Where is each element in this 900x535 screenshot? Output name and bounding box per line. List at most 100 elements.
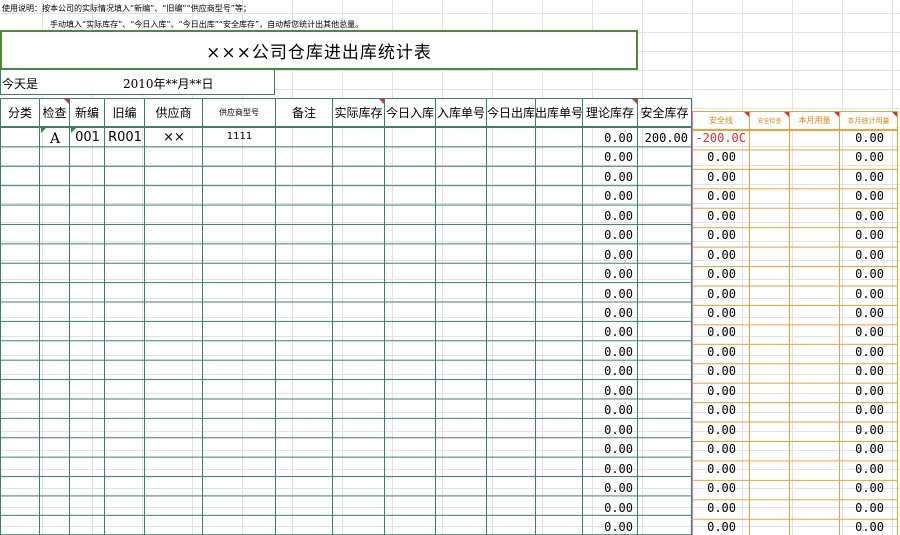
cell-monthly-stat[interactable]: 0.00 [840, 421, 884, 440]
cell-safety-line[interactable]: 0.00 [692, 440, 736, 459]
cell-monthly-stat[interactable]: 0.00 [840, 382, 884, 401]
cell-theory-stock[interactable]: 0.00 [583, 362, 633, 381]
cell-monthly-stat[interactable]: 0.00 [840, 304, 884, 323]
header-actual-stock[interactable]: 实际库存 [333, 98, 385, 127]
header-new-code[interactable]: 新编 [70, 98, 105, 127]
cell-monthly-stat[interactable]: 0.00 [840, 401, 884, 420]
header-remarks[interactable]: 备注 [276, 98, 333, 127]
cell-monthly-stat[interactable]: 0.00 [840, 129, 884, 148]
cell-safety-line[interactable]: 0.00 [692, 187, 736, 206]
cell-safety-line[interactable]: 0.00 [692, 382, 736, 401]
header-supplier[interactable]: 供应商 [145, 98, 203, 127]
cell-monthly-stat[interactable]: 0.00 [840, 168, 884, 187]
cell-theory-stock[interactable]: 0.00 [583, 382, 633, 401]
cell-safety-stock[interactable]: 200.00 [638, 129, 688, 148]
cell-safety-line[interactable]: 0.00 [692, 518, 736, 535]
sheet-title[interactable]: ×××公司仓库进出库统计表 [0, 30, 638, 70]
cell-monthly-stat[interactable]: 0.00 [840, 265, 884, 284]
cell-theory-stock[interactable]: 0.00 [583, 440, 633, 459]
cell-monthly-stat[interactable]: 0.00 [840, 499, 884, 518]
header-label: 今日入库 [385, 106, 434, 120]
header-label: 出库单号 [536, 106, 583, 120]
cell-theory-stock[interactable]: 0.00 [583, 265, 633, 284]
cell-theory-stock[interactable]: 0.00 [583, 129, 633, 148]
cell-theory-stock[interactable]: 0.00 [583, 460, 633, 479]
header-today-in[interactable]: 今日入库 [385, 98, 436, 127]
cell-safety-line[interactable]: 0.00 [692, 285, 736, 304]
header-check[interactable]: 检查 [40, 98, 70, 127]
header-theory-stock[interactable]: 理论库存 [583, 98, 638, 127]
header-label: 安全检查 [757, 118, 782, 125]
header-safety-stock[interactable]: 安全库存 [638, 98, 692, 127]
cell-monthly-stat[interactable]: 0.00 [840, 207, 884, 226]
header-monthly-usage[interactable]: 本月用量 [790, 111, 840, 130]
column-check [40, 127, 70, 535]
header-monthly-stat-usage[interactable]: 本月统计用量 [840, 111, 898, 130]
cell-safety-line[interactable]: 0.00 [692, 304, 736, 323]
cell-theory-stock[interactable]: 0.00 [583, 187, 633, 206]
cell-safety-line[interactable]: 0.00 [692, 343, 736, 362]
cell-theory-stock[interactable]: 0.00 [583, 207, 633, 226]
column-safety-stock [638, 127, 692, 535]
date-row[interactable]: 今天是 2010年**月**日 [0, 69, 275, 95]
cell-safety-line[interactable]: 0.00 [692, 207, 736, 226]
cell-safety-line[interactable]: 0.00 [692, 460, 736, 479]
cell-supplier[interactable]: ×× [145, 128, 203, 147]
cell-monthly-stat[interactable]: 0.00 [840, 440, 884, 459]
header-old-code[interactable]: 旧编 [105, 98, 145, 127]
header-safety-line[interactable]: 安全线 [692, 111, 750, 130]
cell-safety-line[interactable]: 0.00 [692, 168, 736, 187]
cell-monthly-stat[interactable]: 0.00 [840, 226, 884, 245]
cell-new-code[interactable]: 001 [70, 128, 105, 147]
cell-theory-stock[interactable]: 0.00 [583, 518, 633, 535]
cell-monthly-stat[interactable]: 0.00 [840, 187, 884, 206]
header-in-order-no[interactable]: 入库单号 [436, 98, 487, 127]
cell-check[interactable]: A [40, 130, 70, 149]
header-out-order-no[interactable]: 出库单号 [536, 98, 583, 127]
cell-monthly-stat[interactable]: 0.00 [840, 479, 884, 498]
cell-theory-stock[interactable]: 0.00 [583, 421, 633, 440]
cell-theory-stock[interactable]: 0.00 [583, 168, 633, 187]
cell-theory-stock[interactable]: 0.00 [583, 479, 633, 498]
cell-theory-stock[interactable]: 0.00 [583, 285, 633, 304]
cell-safety-line[interactable]: 0.00 [692, 362, 736, 381]
cell-monthly-stat[interactable]: 0.00 [840, 518, 884, 535]
cell-supplier-model[interactable]: 1111 [203, 127, 276, 146]
cell-safety-line[interactable]: 0.00 [692, 148, 736, 167]
header-label: 供应商 [155, 106, 192, 120]
cell-theory-stock[interactable]: 0.00 [583, 246, 633, 265]
cell-safety-line[interactable]: 0.00 [692, 265, 736, 284]
cell-safety-line[interactable]: 0.00 [692, 479, 736, 498]
cell-monthly-stat[interactable]: 0.00 [840, 343, 884, 362]
cell-safety-line[interactable]: 0.00 [692, 323, 736, 342]
cell-safety-line[interactable]: 0.00 [692, 421, 736, 440]
comment-marker-icon [632, 99, 637, 104]
cell-safety-line[interactable]: -200.0C [692, 129, 746, 148]
header-safety-check[interactable]: 安全检查 [750, 111, 790, 130]
header-category[interactable]: 分类 [0, 98, 40, 127]
column-monthly-usage [790, 130, 840, 535]
cell-monthly-stat[interactable]: 0.00 [840, 323, 884, 342]
cell-safety-line[interactable]: 0.00 [692, 499, 736, 518]
cell-theory-stock[interactable]: 0.00 [583, 343, 633, 362]
cell-monthly-stat[interactable]: 0.00 [840, 148, 884, 167]
cell-theory-stock[interactable]: 0.00 [583, 323, 633, 342]
cell-safety-line[interactable]: 0.00 [692, 246, 736, 265]
cell-theory-stock[interactable]: 0.00 [583, 226, 633, 245]
header-today-out[interactable]: 今日出库 [487, 98, 536, 127]
cell-theory-stock[interactable]: 0.00 [583, 148, 633, 167]
cell-monthly-stat[interactable]: 0.00 [840, 460, 884, 479]
cell-monthly-stat[interactable]: 0.00 [840, 362, 884, 381]
cell-theory-stock[interactable]: 0.00 [583, 304, 633, 323]
cell-theory-stock[interactable]: 0.00 [583, 499, 633, 518]
cell-old-code[interactable]: R001 [105, 128, 145, 147]
cell-theory-stock[interactable]: 0.00 [583, 401, 633, 420]
cell-monthly-stat[interactable]: 0.00 [840, 285, 884, 304]
cell-safety-line[interactable]: 0.00 [692, 401, 736, 420]
header-supplier-model[interactable]: 供应商型号 [203, 98, 276, 127]
cell-safety-line[interactable]: 0.00 [692, 226, 736, 245]
cell-monthly-stat[interactable]: 0.00 [840, 246, 884, 265]
column-remarks [276, 127, 333, 535]
column-today-in [385, 127, 436, 535]
date-value[interactable]: 2010年**月**日 [123, 75, 214, 92]
